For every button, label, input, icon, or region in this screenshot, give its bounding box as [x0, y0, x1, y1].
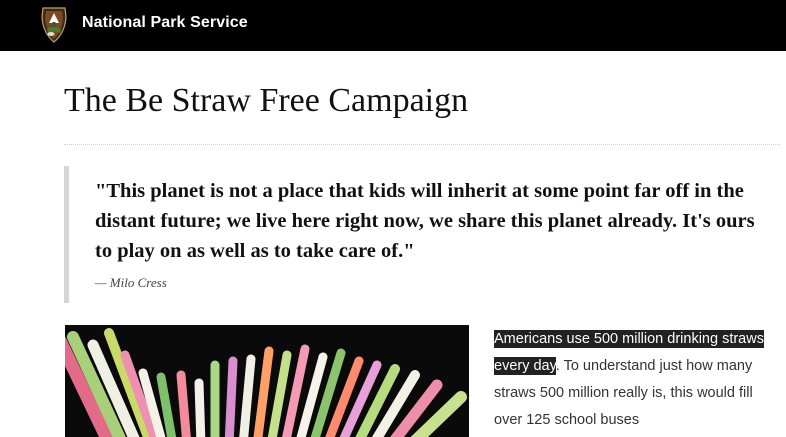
- title-divider: [64, 144, 780, 145]
- page-title: The Be Straw Free Campaign: [64, 82, 469, 119]
- pull-quote: "This planet is not a place that kids wi…: [64, 166, 769, 303]
- nps-arrowhead-icon[interactable]: [39, 5, 69, 43]
- site-name-link[interactable]: National Park Service: [82, 14, 248, 32]
- straws-illustration: [65, 325, 469, 437]
- drinking-straws-photo: [65, 325, 469, 437]
- intro-paragraph: Americans use 500 million drinking straw…: [494, 326, 764, 434]
- quote-attribution: — Milo Cress: [95, 275, 167, 290]
- quote-text: "This planet is not a place that kids wi…: [95, 180, 755, 262]
- site-header: National Park Service: [0, 0, 786, 51]
